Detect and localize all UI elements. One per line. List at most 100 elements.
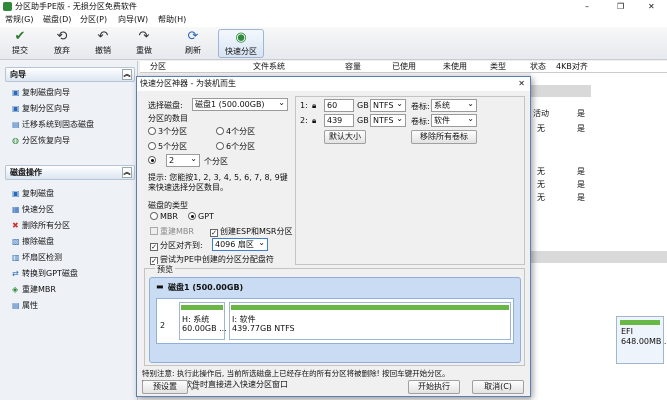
preview-partition-h[interactable]: H: 系统 60.00GB ... [179,302,227,340]
migrate-icon: ▤ [12,120,20,129]
partition-1-size[interactable]: 60 [324,99,354,112]
submit-button[interactable]: ✔ 提交 [6,29,34,58]
copy-partition-icon: ▣ [12,104,20,113]
discard-button[interactable]: ⟲ 放弃 [48,29,76,58]
refresh-button[interactable]: ⟳ 刷新 [179,29,207,58]
radio-custom-count[interactable] [148,156,158,165]
sidebar-item-quick-partition[interactable]: ▦ 快速分区 [12,204,54,216]
radio-5-partitions[interactable]: 5个分区 [148,141,187,152]
align-checkbox[interactable]: ✓ 分区对齐到: [150,240,203,251]
custom-count-select[interactable]: 2 [166,153,200,167]
minimize-button[interactable]: – [585,0,589,13]
disk-select[interactable]: 磁盘1 (500.00GB) [192,97,288,111]
partition-i-usage-bar [231,305,509,310]
radio-4-partitions[interactable]: 4个分区 [216,126,255,137]
partition-1-label-select[interactable]: 系统 [431,98,477,112]
menu-partition[interactable]: 分区(P) [80,13,107,27]
refresh-icon: ⟳ [187,29,199,44]
wipe-icon: ▧ [12,237,20,246]
window-title: 分区助手PE版 - 无损分区免费软件 [15,2,137,11]
menu-bar: 常规(G) 磁盘(D) 分区(P) 向导(W) 帮助(H) [0,13,667,27]
remove-labels-button[interactable]: 移除所有卷标 [411,130,477,144]
toolbar: ✔ 提交 ⟲ 放弃 ↶ 撤销 ↷ 重做 ⟳ 刷新 ◉ 快速分区 [0,27,667,60]
sidebar-item-properties[interactable]: ▤ 属性 [12,300,38,312]
preview-partition-row: 2 H: 系统 60.00GB ... I: 软件 439.77GB NTFS [156,298,514,344]
efi-info: 648.00MB ... [621,337,667,346]
table-cell: 无 [537,180,545,189]
menu-disk[interactable]: 磁盘(D) [43,13,71,27]
col-used[interactable]: 已使用 [392,61,416,73]
table-cell: 无 [537,193,545,202]
menu-general[interactable]: 常规(G) [5,13,33,27]
menu-help[interactable]: 帮助(H) [158,13,186,27]
sidebar-item-copy-disk[interactable]: ▣ 复制磁盘 [12,188,54,200]
disk-ops-group-header[interactable]: 磁盘操作 ︽ [5,165,135,180]
rebuild-mbr-checkbox[interactable]: 重建MBR [150,226,194,237]
quick-partition-icon: ▦ [12,205,20,214]
sidebar-item-migrate-os[interactable]: ▤ 迁移系统到固态磁盘 [12,119,94,131]
preview-partition-i[interactable]: I: 软件 439.77GB NTFS [229,302,511,340]
default-size-button[interactable]: 默认大小 [324,130,366,144]
partition-2-fs-select[interactable]: NTFS [370,113,406,127]
radio-6-partitions[interactable]: 6个分区 [216,141,255,152]
dialog-close-button[interactable]: ✕ [518,77,525,91]
partition-2-vol-label: 卷标: [411,117,430,126]
collapse-icon[interactable]: ︽ [122,167,132,178]
col-filesystem[interactable]: 文件系统 [253,61,285,73]
create-esp-checkbox[interactable]: ✓ 创建ESP和MSR分区 [210,226,293,237]
col-unused[interactable]: 未使用 [443,61,467,73]
lock-icon[interactable]: 🔒︎ [312,101,316,111]
partition-2-size[interactable]: 439 [324,114,354,127]
sidebar-item-bad-sector[interactable]: ▥ 坏扇区检测 [12,252,62,264]
col-capacity[interactable]: 容量 [345,61,361,73]
recovery-icon: ◍ [12,136,19,145]
radio-3-partitions[interactable]: 3个分区 [148,126,187,137]
sidebar-item-rebuild-mbr[interactable]: ◈ 重建MBR [12,284,56,296]
sidebar-item-delete-all[interactable]: ✖ 删除所有分区 [12,220,70,232]
radio-gpt[interactable]: GPT [188,212,214,221]
window-titlebar: 分区助手PE版 - 无损分区免费软件 – ❐ ✕ [0,0,667,13]
dialog-title: 快速分区神器 - 为装机而生 [140,79,236,88]
start-button[interactable]: 开始执行 [408,380,460,394]
menu-wizard[interactable]: 向导(W) [118,13,148,27]
col-4k[interactable]: 4KB对齐 [556,61,588,73]
sidebar-item-copy-disk-wizard[interactable]: ▣ 复制磁盘向导 [12,87,70,99]
col-status[interactable]: 状态 [530,61,546,73]
redo-icon: ↷ [138,29,150,44]
close-button[interactable]: ✕ [648,0,655,13]
preview-disk-title: 磁盘1 (500.00GB) [168,283,244,292]
collapse-icon[interactable]: ︽ [122,69,132,80]
app-icon [3,2,12,11]
redo-button[interactable]: ↷ 重做 [130,29,158,58]
partition-1-fs-select[interactable]: NTFS [370,98,406,112]
undo-button[interactable]: ↶ 撤销 [89,29,117,58]
disk-map-header [531,251,667,263]
cancel-button[interactable]: 取消(C) [472,380,524,394]
partition-h-info: 60.00GB ... [182,324,227,333]
lock-icon[interactable]: 🔒︎ [312,116,316,126]
efi-partition-block[interactable]: EFI 648.00MB ... [616,316,667,364]
partition-sizes-panel: 1: 🔒︎ 60 GB NTFS 卷标: 系统 2: 🔒︎ 439 GB NTF… [295,96,525,265]
radio-mbr[interactable]: MBR [150,212,178,221]
properties-icon: ▤ [12,301,20,310]
col-type[interactable]: 类型 [490,61,506,73]
expand-icon[interactable]: ︽ [191,381,199,392]
advanced-settings-button[interactable]: 预设置 [142,380,188,394]
partition-2-label-select[interactable]: 软件 [431,113,477,127]
sidebar-item-partition-recovery[interactable]: ◍ 分区恢复向导 [12,135,70,147]
partition-count-group: 分区的数目 3个分区 4个分区 5个分区 6个分区 2 个分区 提示: 您能按1… [146,113,290,195]
sidebar-item-wipe-disk[interactable]: ▧ 擦除磁盘 [12,236,54,248]
restore-button[interactable]: ❐ [617,0,624,13]
table-cell: 无 [537,124,545,133]
col-partition[interactable]: 分区 [150,61,166,73]
table-cell: 是 [577,193,585,202]
preview-disk-card[interactable]: ▬ 磁盘1 (500.00GB) 2 H: 系统 60.00GB ... I: … [149,277,521,363]
partition-count-label: 分区的数目 [148,114,188,123]
sidebar-item-copy-partition-wizard[interactable]: ▣ 复制分区向导 [12,103,70,115]
partition-i-info: 439.77GB NTFS [232,324,295,333]
partition-1-vol-label: 卷标: [411,102,430,111]
sidebar-item-convert-gpt[interactable]: ⇄ 转换到GPT磁盘 [12,268,78,280]
wizard-group-header[interactable]: 向导 ︽ [5,67,135,82]
quick-partition-button[interactable]: ◉ 快速分区 [218,29,264,58]
align-select[interactable]: 4096 扇区 [212,237,268,251]
